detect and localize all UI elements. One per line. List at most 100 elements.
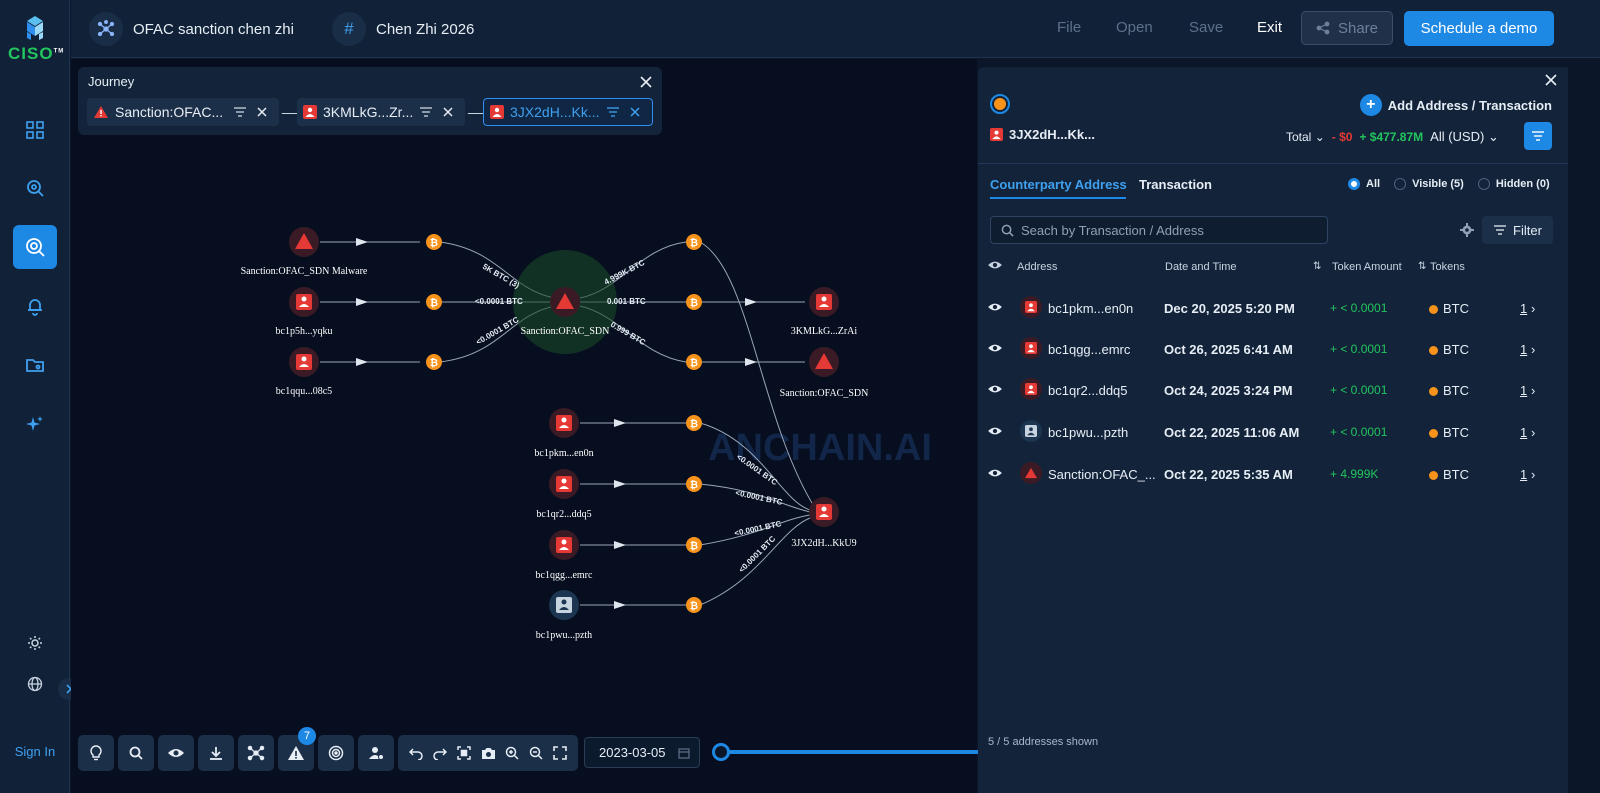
tab-counterparty[interactable]: Counterparty Address [990,177,1127,192]
node-bc1qgg[interactable]: bc1qgg...emrc [536,530,593,581]
nav-investigate[interactable] [13,166,57,210]
node-bc1p5h[interactable]: bc1p5h...yqku [276,287,333,337]
chevron-right-icon[interactable]: › [1531,342,1535,357]
total-dropdown[interactable]: Total ⌄ [1286,130,1325,144]
currency-dropdown[interactable]: All (USD) ⌄ [1430,129,1499,145]
layout-button[interactable] [238,735,274,771]
panel-filter-button[interactable] [1524,122,1552,150]
hint-button[interactable] [78,735,114,771]
entities-button[interactable] [358,735,394,771]
open-menu[interactable]: Open [1116,19,1153,36]
row-address[interactable]: bc1qr2...ddq5 [1048,383,1128,398]
node-sanction-right[interactable]: Sanction:OFAC_SDN [780,347,869,399]
nav-alerts[interactable] [13,284,57,328]
table-row[interactable]: Sanction:OFAC_... Oct 22, 2025 5:35 AM +… [978,455,1568,495]
journey-chip[interactable]: Sanction:OFAC... [87,98,279,126]
row-count[interactable]: 1 [1520,467,1527,482]
node-sanction-malware[interactable]: Sanction:OFAC_SDN Malware [241,227,368,277]
gear-icon[interactable] [1460,223,1474,237]
col-amount[interactable]: Token Amount [1332,261,1402,273]
filter-button[interactable]: Filter [1482,216,1553,244]
share-button[interactable]: Share [1301,11,1393,45]
close-icon[interactable] [628,106,642,118]
radio-hidden[interactable]: Hidden (0) [1477,178,1550,190]
radio-all[interactable]: All [1348,178,1380,190]
sort-icon[interactable]: ⇅ [1418,261,1426,272]
node-bc1qr2[interactable]: bc1qr2...ddq5 [536,469,592,520]
journey-chip[interactable]: 3KMLkG...Zr... [297,98,465,126]
node-bc1pkm[interactable]: bc1pkm...en0n [534,408,594,459]
nav-dashboard[interactable] [13,108,57,152]
table-row[interactable]: bc1pwu...pzth Oct 22, 2025 11:06 AM + < … [978,413,1568,453]
visibility-button[interactable] [158,735,194,771]
screenshot-button[interactable] [476,735,500,771]
col-datetime[interactable]: Date and Time [1165,261,1237,273]
timeline-date: 2023-03-05 [599,745,666,760]
zoom-in-button[interactable] [500,735,524,771]
row-count[interactable]: 1 [1520,301,1527,316]
download-button[interactable] [198,735,234,771]
focus-button[interactable] [318,735,354,771]
eye-icon[interactable] [987,467,1003,482]
row-count[interactable]: 1 [1520,425,1527,440]
search-button[interactable] [118,735,154,771]
eye-icon[interactable] [987,259,1003,274]
tab-case[interactable]: # Chen Zhi 2026 [332,10,474,48]
row-address[interactable]: bc1pwu...pzth [1048,425,1128,440]
ciso-logo[interactable]: CISOTM [8,14,63,66]
file-menu[interactable]: File [1057,19,1081,36]
row-address[interactable]: bc1qgg...emrc [1048,342,1130,357]
tab-transaction[interactable]: Transaction [1139,177,1212,192]
row-address[interactable]: Sanction:OFAC_... [1048,467,1156,482]
table-row[interactable]: bc1pkm...en0n Dec 20, 2025 5:20 PM + < 0… [978,289,1568,329]
chevron-right-icon[interactable]: › [1531,301,1535,316]
fullscreen-button[interactable] [548,735,572,771]
schedule-demo-button[interactable]: Schedule a demo [1404,11,1554,46]
chevron-right-icon[interactable]: › [1531,383,1535,398]
filter-icon[interactable] [419,106,433,118]
eye-icon[interactable] [987,425,1003,440]
node-bc1qqu[interactable]: bc1qqu...08c5 [276,347,332,397]
add-address-button[interactable]: + Add Address / Transaction [1359,94,1552,116]
table-row[interactable]: bc1qr2...ddq5 Oct 24, 2025 3:24 PM + < 0… [978,371,1568,411]
row-address[interactable]: bc1pkm...en0n [1048,301,1133,316]
row-count[interactable]: 1 [1520,383,1527,398]
save-menu[interactable]: Save [1189,19,1223,36]
sign-in-link[interactable]: Sign In [0,744,70,759]
theme-toggle[interactable] [13,621,57,665]
node-bc1pwu[interactable]: bc1pwu...pzth [536,590,592,641]
redo-button[interactable] [428,735,452,771]
sort-icon[interactable]: ⇅ [1313,261,1321,272]
eye-icon[interactable] [987,383,1003,398]
nav-cases[interactable] [13,343,57,387]
radio-visible[interactable]: Visible (5) [1394,178,1464,190]
exit-menu[interactable]: Exit [1257,19,1282,36]
undo-button[interactable] [404,735,428,771]
timeline-track[interactable] [720,750,978,754]
node-3kmlkg[interactable]: 3KMLkG...ZrAi [791,287,858,337]
filter-icon[interactable] [233,106,247,118]
fit-button[interactable] [452,735,476,771]
nav-ai[interactable] [13,402,57,446]
nav-graph[interactable] [13,225,57,269]
close-icon[interactable] [255,106,269,118]
chevron-right-icon[interactable]: › [1531,467,1535,482]
tab-project[interactable]: OFAC sanction chen zhi [89,10,294,48]
zoom-out-button[interactable] [524,735,548,771]
table-row[interactable]: bc1qgg...emrc Oct 26, 2025 6:41 AM + < 0… [978,330,1568,370]
add-address-label: Add Address / Transaction [1387,97,1552,113]
timeline-handle[interactable] [712,743,730,761]
timeline-date-input[interactable]: 2023-03-05 [584,737,700,768]
alerts-button[interactable]: 7 [278,727,316,771]
search-input[interactable]: Seach by Transaction / Address [990,216,1328,244]
close-icon[interactable] [638,74,654,90]
language-button[interactable] [13,662,57,706]
journey-chip-selected[interactable]: 3JX2dH...Kk... [483,98,653,126]
close-icon[interactable] [1544,73,1558,87]
chevron-right-icon[interactable]: › [1531,425,1535,440]
filter-icon[interactable] [606,106,620,118]
row-count[interactable]: 1 [1520,342,1527,357]
close-icon[interactable] [441,106,455,118]
eye-icon[interactable] [987,301,1003,316]
eye-icon[interactable] [987,342,1003,357]
